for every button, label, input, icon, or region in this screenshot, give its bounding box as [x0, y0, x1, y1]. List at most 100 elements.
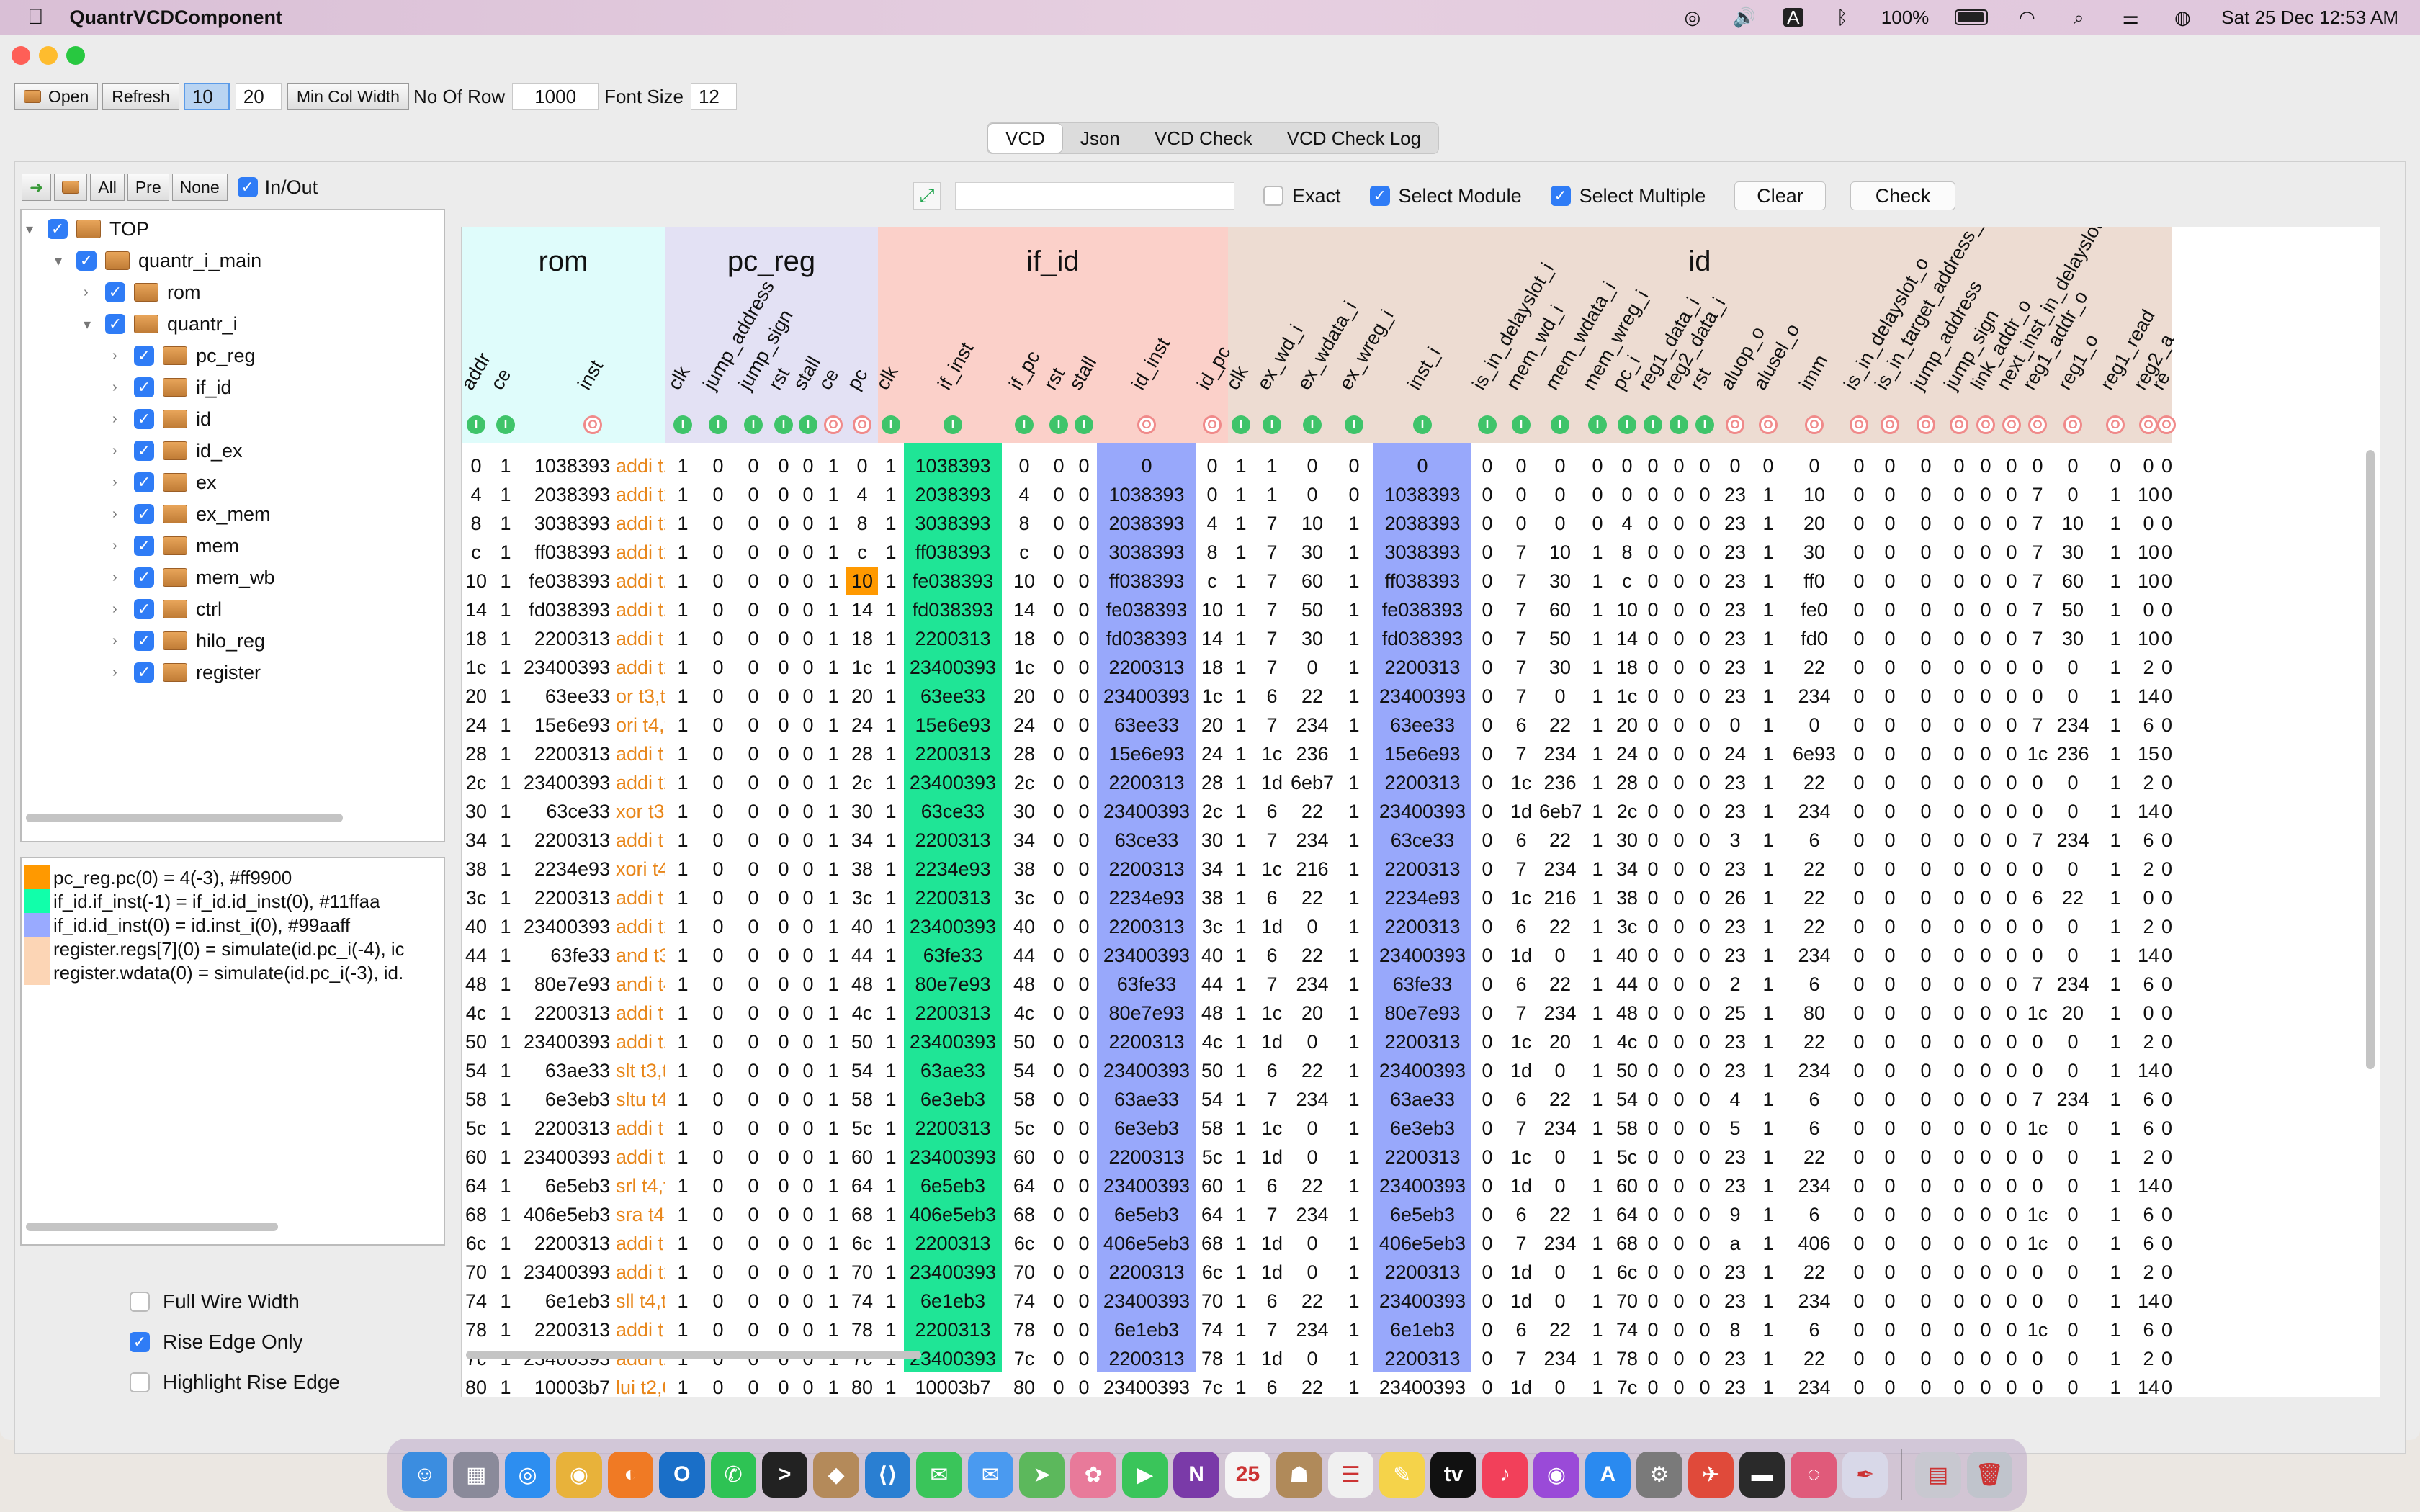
dock-firefox-icon[interactable]: ◐ — [607, 1452, 654, 1498]
dock-facetime-icon[interactable]: ▶ — [1121, 1452, 1168, 1498]
tree-node-checkbox[interactable]: ✓ — [134, 472, 154, 492]
tab-json[interactable]: Json — [1063, 123, 1137, 153]
control-center-icon[interactable]: ⚌ — [2118, 8, 2143, 27]
tree-node-checkbox[interactable]: ✓ — [105, 314, 125, 334]
highlight-rule-item[interactable]: pc_reg.pc(0) = 4(-3), #ff9900 — [24, 865, 442, 890]
tab-vcd[interactable]: VCD — [987, 123, 1063, 153]
column-header-reg2-data-i[interactable]: reg2_data_i — [1659, 227, 1729, 443]
column-header-rst[interactable]: rst — [1685, 227, 1718, 443]
dock-onenote-icon[interactable]: N — [1173, 1452, 1219, 1498]
dock-podcasts-icon[interactable]: ◉ — [1533, 1452, 1579, 1498]
tree-node-checkbox[interactable]: ✓ — [134, 409, 154, 429]
bluetooth-icon[interactable]: ᛒ — [1829, 8, 1855, 27]
battery-icon[interactable] — [1955, 9, 1989, 25]
expand-arrow-icon[interactable]: › — [112, 665, 125, 681]
column-header-clk[interactable]: clk — [1222, 227, 1254, 443]
tree-node-pc-reg[interactable]: › ✓ pc_reg — [112, 341, 256, 370]
dock-whatsapp-icon[interactable]: ✆ — [710, 1452, 756, 1498]
column-header-mem-wreg-i[interactable]: mem_wreg_i — [1578, 227, 1652, 443]
column-header-jump-address[interactable]: jump_address — [1906, 227, 1986, 443]
option-checkbox[interactable]: ✓ — [130, 1292, 150, 1312]
select-pre-button[interactable]: Pre — [127, 174, 169, 201]
column-header-is-in-delayslot-o[interactable]: is_in_delayslot_o — [1839, 227, 1933, 443]
dock-calendar-icon[interactable]: 25 — [1224, 1452, 1271, 1498]
min-col-width-button[interactable]: Min Col Width — [287, 83, 409, 110]
dock-system-preferences-icon[interactable]: ⚙ — [1636, 1452, 1682, 1498]
menubar-clock[interactable]: Sat 25 Dec 12:53 AM — [2221, 6, 2398, 29]
dock-package-icon[interactable]: ◆ — [813, 1452, 859, 1498]
tree-node-checkbox[interactable]: ✓ — [134, 441, 154, 461]
dock-vscode-icon[interactable]: ⟨⟩ — [864, 1452, 911, 1498]
column-header-clk[interactable]: clk — [663, 227, 701, 443]
tree-node-hilo-reg[interactable]: › ✓ hilo_reg — [112, 626, 265, 655]
option-checkbox[interactable]: ✓ — [130, 1332, 150, 1352]
expand-arrow-icon[interactable]: › — [112, 506, 125, 523]
tree-node-quantr-i[interactable]: ▾ ✓ quantr_i — [84, 310, 238, 338]
expand-arrow-icon[interactable]: ▾ — [26, 220, 39, 238]
select-multiple-checkbox[interactable]: ✓ — [1550, 186, 1571, 206]
dock-chrome-icon[interactable]: ◉ — [556, 1452, 602, 1498]
column-header-ex-wd-i[interactable]: ex_wd_i — [1252, 227, 1307, 443]
check-button[interactable]: Check — [1850, 181, 1956, 210]
wifi-icon[interactable]: ◠ — [2014, 8, 2040, 27]
tree-node-ex[interactable]: › ✓ ex — [112, 468, 217, 497]
folder-button[interactable] — [54, 174, 88, 201]
refresh-button[interactable]: Refresh — [102, 83, 179, 110]
expand-arrow-icon[interactable]: › — [112, 411, 125, 428]
expand-arrow-icon[interactable]: › — [112, 443, 125, 459]
table-vertical-scrollbar[interactable] — [2366, 450, 2375, 1069]
tree-node-mem-wb[interactable]: › ✓ mem_wb — [112, 563, 275, 592]
dock-photos-icon[interactable]: ✿ — [1070, 1452, 1116, 1498]
expand-arrow-icon[interactable]: ▾ — [84, 315, 97, 333]
dock-java-app-icon[interactable]: ▬ — [1739, 1452, 1785, 1498]
font-size-field[interactable]: 12 — [690, 83, 737, 110]
expand-arrow-icon[interactable]: › — [112, 570, 125, 586]
select-none-button[interactable]: None — [171, 174, 228, 201]
column-header-is-in-target-address-o[interactable]: is_in_target_address_o — [1870, 227, 1990, 443]
app-name-menu[interactable]: QuantrVCDComponent — [70, 6, 282, 29]
dock-music-icon[interactable]: ♪ — [1482, 1452, 1528, 1498]
select-module-checkbox[interactable]: ✓ — [1369, 186, 1390, 206]
column-header-ce[interactable]: ce — [486, 227, 521, 443]
apple-icon[interactable]:  — [27, 5, 44, 30]
column-header-addr[interactable]: addr — [462, 227, 495, 443]
column-header-pc[interactable]: pc — [843, 227, 878, 443]
dock-contacts-icon[interactable]: ☗ — [1276, 1452, 1322, 1498]
column-header-re[interactable]: re — [2147, 227, 2174, 443]
column-header-jump-sign[interactable]: jump_sign — [1940, 227, 2003, 443]
dock-appstore-icon[interactable]: A — [1585, 1452, 1631, 1498]
expand-arrow-icon[interactable]: › — [112, 379, 125, 396]
tree-node-rom[interactable]: › ✓ rom — [84, 278, 201, 307]
dock-outlook-icon[interactable]: O — [659, 1452, 705, 1498]
tree-node-checkbox[interactable]: ✓ — [134, 377, 154, 397]
dock-appletv-icon[interactable]: tv — [1430, 1452, 1476, 1498]
column-header-jump-sign[interactable]: jump_sign — [734, 227, 797, 443]
column-header-jump-address[interactable]: jump_address — [699, 227, 779, 443]
expand-arrow-icon[interactable]: › — [112, 348, 125, 364]
column-header-stall[interactable]: stall — [789, 227, 825, 443]
expand-arrow-icon[interactable]: › — [112, 474, 125, 491]
column-header-if-inst[interactable]: if_inst — [904, 227, 1002, 443]
column-header-clk[interactable]: clk — [871, 227, 904, 443]
signal-search-input[interactable] — [955, 182, 1234, 210]
tree-node-checkbox[interactable]: ✓ — [134, 567, 154, 588]
tree-node-checkbox[interactable]: ✓ — [134, 662, 154, 683]
dock-reminders-icon[interactable]: ☰ — [1327, 1452, 1374, 1498]
tree-node-checkbox[interactable]: ✓ — [134, 536, 154, 556]
column-header-id-pc[interactable]: id_pc — [1193, 227, 1234, 443]
column-header-next-inst-in-delayslot[interactable]: next_inst_in_delayslot — [1992, 227, 2107, 443]
column-header-rst[interactable]: rst — [764, 227, 796, 443]
expand-arrow-icon[interactable]: › — [84, 284, 97, 301]
fullscreen-icon[interactable]: ⤢ — [913, 182, 941, 210]
expand-arrow-icon[interactable]: › — [112, 633, 125, 649]
tree-horizontal-scrollbar[interactable] — [26, 814, 343, 822]
dock-mail-icon[interactable]: ✉ — [967, 1452, 1014, 1498]
tree-node-ctrl[interactable]: › ✓ ctrl — [112, 595, 222, 624]
vcd-waveform-table[interactable]: rom pc_reg if_id id addr Ice Iinst Oclk Ijump_ad… — [461, 227, 2380, 1397]
tree-node-TOP[interactable]: ▾ ✓ TOP — [26, 215, 149, 243]
column-header-alusel-o[interactable]: alusel_o — [1749, 227, 1803, 443]
column-header-rst[interactable]: rst — [1039, 227, 1071, 443]
column-header-ce[interactable]: ce — [814, 227, 846, 443]
column-header-reg1-data-i[interactable]: reg1_data_i — [1634, 227, 1703, 443]
exact-checkbox[interactable]: ✓ — [1263, 186, 1283, 206]
